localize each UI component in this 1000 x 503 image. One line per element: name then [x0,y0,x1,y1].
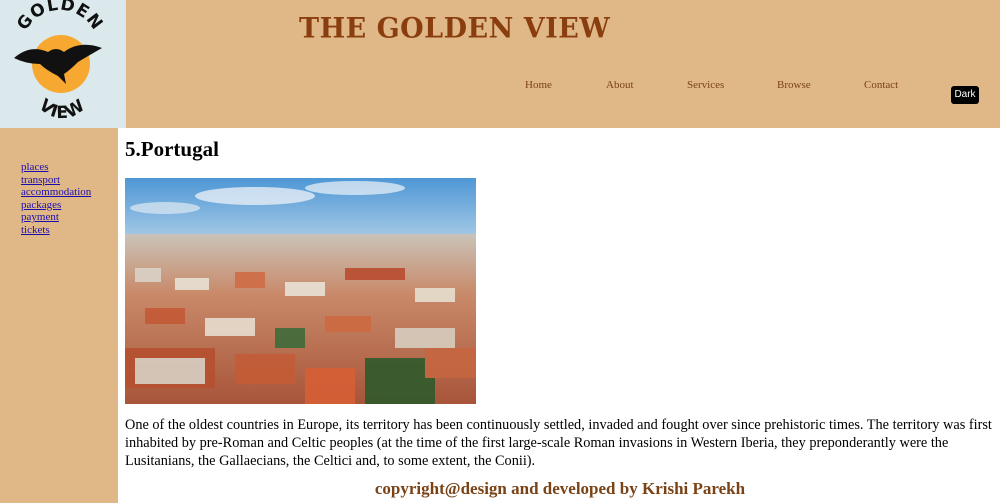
dark-mode-button[interactable]: Dark [951,86,979,104]
site-header: GOLDEN VIEW THE GOLDEN VIEW Home About S… [0,0,1000,128]
nav-browse[interactable]: Browse [777,79,811,91]
nav-home[interactable]: Home [525,79,552,91]
sidebar-link-transport[interactable]: transport [21,174,91,187]
sidebar-link-packages[interactable]: packages [21,199,91,212]
page-footer: copyright@design and developed by Krishi… [374,479,746,498]
golden-view-logo-icon: GOLDEN VIEW [13,0,107,123]
sidebar-link-tickets[interactable]: tickets [21,224,91,237]
sidebar-link-payment[interactable]: payment [21,211,91,224]
page-heading: 5.Portugal [125,137,219,161]
logo-text-top: GOLDEN [13,0,106,34]
sidebar-link-places[interactable]: places [21,161,91,174]
svg-text:GOLDEN: GOLDEN [13,0,107,34]
logo-text-bottom: VIEW [35,95,88,123]
nav-services[interactable]: Services [687,79,724,91]
sidebar-links: places transport accommodation packages … [21,161,91,237]
svg-text:VIEW: VIEW [35,95,89,123]
nav-contact[interactable]: Contact [864,79,898,91]
site-title: THE GOLDEN VIEW [299,12,611,45]
portugal-city-photo [125,178,476,404]
sidebar: places transport accommodation packages … [0,128,118,503]
sidebar-link-accommodation[interactable]: accommodation [21,186,91,199]
logo[interactable]: GOLDEN VIEW [0,0,126,128]
nav-about[interactable]: About [606,79,634,91]
main-nav: Home About Services Browse Contact [0,79,1000,93]
destination-description: One of the oldest countries in Europe, i… [125,417,992,469]
